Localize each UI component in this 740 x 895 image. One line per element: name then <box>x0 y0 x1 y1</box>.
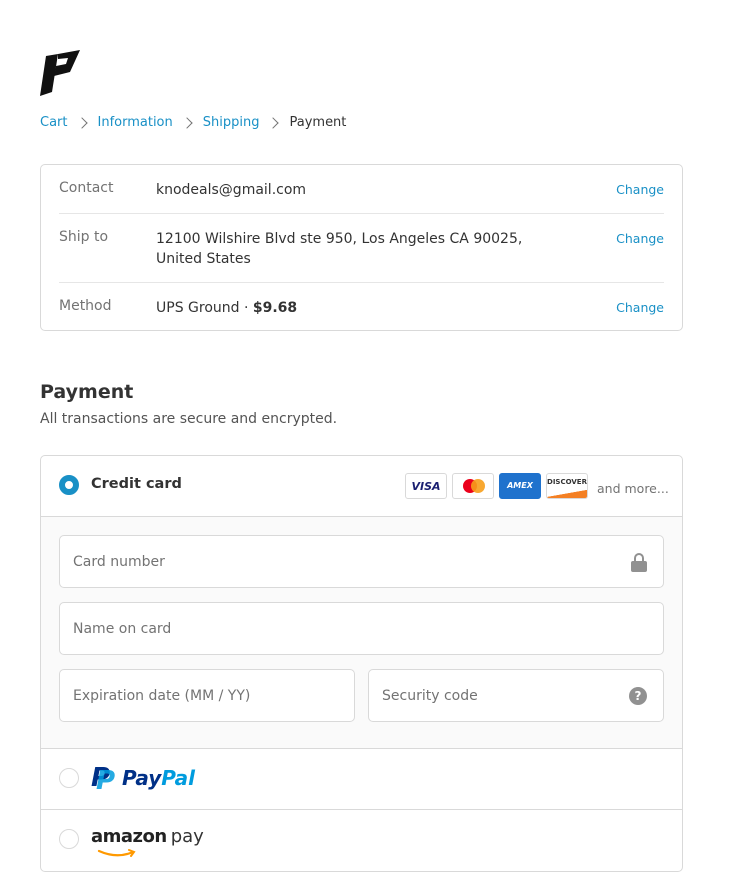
amazon-pay-logo: amazon pay <box>91 826 204 857</box>
name-on-card-field[interactable] <box>59 602 664 655</box>
payment-subtitle: All transactions are secure and encrypte… <box>40 411 338 427</box>
divider <box>59 213 664 214</box>
visa-logo: VISA <box>405 473 447 499</box>
credit-card-label: Credit card <box>91 476 182 492</box>
contact-label: Contact <box>59 180 114 196</box>
contact-value: knodeals@gmail.com <box>156 182 307 198</box>
method-label: Method <box>59 298 112 314</box>
change-ship-to-link[interactable]: Change <box>616 231 664 246</box>
chevron-right-icon <box>75 116 88 129</box>
ship-to-label: Ship to <box>59 229 109 245</box>
expiration-date-input[interactable] <box>60 670 354 721</box>
name-on-card-input[interactable] <box>60 603 663 654</box>
card-number-input[interactable] <box>60 536 663 587</box>
payment-methods: Credit card VISA AMEX DISCOVER and more.… <box>40 455 683 872</box>
store-logo[interactable] <box>40 50 82 96</box>
method-price: $9.68 <box>252 300 298 316</box>
paypal-radio[interactable] <box>59 768 79 788</box>
amex-logo: AMEX <box>499 473 541 499</box>
chevron-right-icon <box>267 116 280 129</box>
change-contact-link[interactable]: Change <box>616 182 664 197</box>
help-icon[interactable]: ? <box>629 687 647 705</box>
method-value: UPS Ground · $9.68 <box>156 298 566 318</box>
paypal-option[interactable]: P P Pay Pal <box>41 749 682 810</box>
paypal-logo: P P Pay Pal <box>91 763 196 796</box>
security-code-input[interactable] <box>369 670 663 721</box>
payment-title: Payment <box>40 381 134 403</box>
breadcrumb-cart[interactable]: Cart <box>40 115 68 130</box>
review-method-row: Method UPS Ground · $9.68 Change <box>59 298 664 318</box>
expiration-date-field[interactable] <box>59 669 355 722</box>
paypal-icon: P P <box>91 763 116 796</box>
change-method-link[interactable]: Change <box>616 300 664 315</box>
card-number-field[interactable] <box>59 535 664 588</box>
and-more-text: and more... <box>597 481 669 496</box>
breadcrumb-shipping[interactable]: Shipping <box>203 115 260 130</box>
credit-card-form: ? <box>41 517 682 749</box>
breadcrumb-information[interactable]: Information <box>98 115 173 130</box>
divider <box>59 282 664 283</box>
credit-card-radio[interactable] <box>59 475 79 495</box>
breadcrumb-payment: Payment <box>289 115 347 130</box>
mastercard-logo <box>452 473 494 499</box>
amazon-pay-option[interactable]: amazon pay <box>41 810 682 871</box>
method-name: UPS Ground · <box>156 300 253 316</box>
review-ship-row: Ship to 12100 Wilshire Blvd ste 950, Los… <box>59 229 664 269</box>
credit-card-option[interactable]: Credit card VISA AMEX DISCOVER and more.… <box>41 456 682 517</box>
review-block: Contact knodeals@gmail.com Change Ship t… <box>40 164 683 331</box>
lock-icon <box>631 553 647 572</box>
discover-logo: DISCOVER <box>546 473 588 499</box>
amazon-pay-radio[interactable] <box>59 829 79 849</box>
ship-to-value: 12100 Wilshire Blvd ste 950, Los Angeles… <box>156 231 523 267</box>
amazon-smile-icon <box>97 849 136 857</box>
security-code-field[interactable]: ? <box>368 669 664 722</box>
review-contact-row: Contact knodeals@gmail.com Change <box>59 180 664 200</box>
chevron-right-icon <box>181 116 193 129</box>
breadcrumb: Cart Information Shipping Payment <box>40 115 346 130</box>
